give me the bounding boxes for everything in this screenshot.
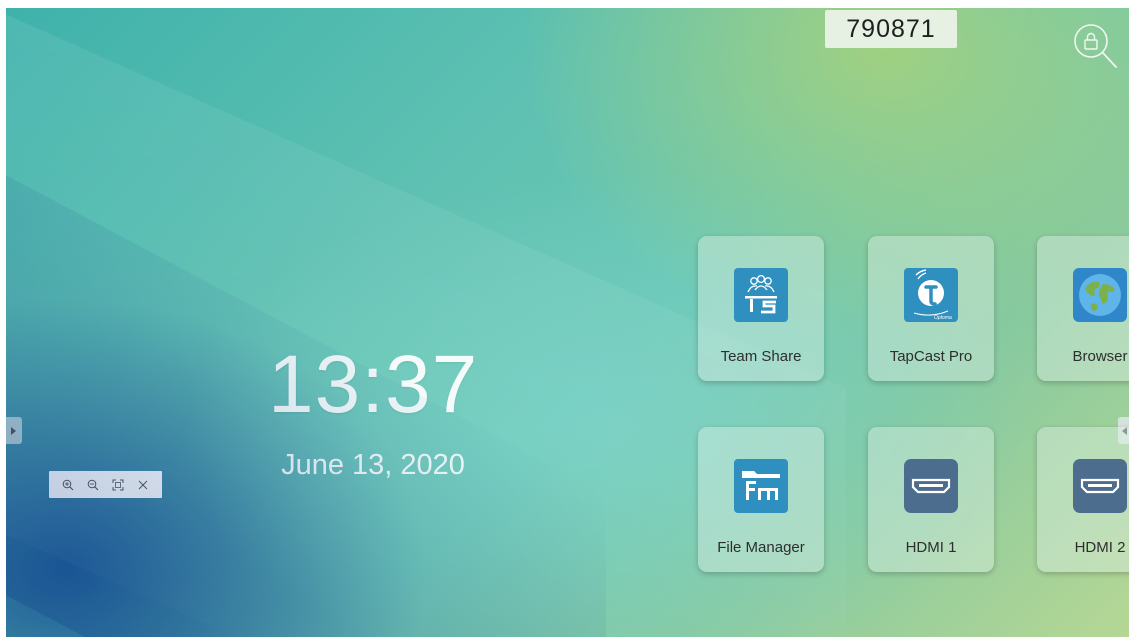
app-tile-browser[interactable]: Browser [1037,236,1129,381]
team-share-icon [734,268,788,322]
app-label: Browser [1072,348,1128,365]
left-drawer-toggle[interactable] [6,417,22,444]
zoom-out-icon[interactable] [86,478,100,492]
app-tile-tapcast-pro[interactable]: Optoma TapCast Pro [868,236,994,381]
lock-search-button[interactable] [1072,22,1122,72]
app-tile-hdmi-2[interactable]: HDMI 2 [1037,427,1129,572]
browser-globe-icon [1073,268,1127,322]
app-label: File Manager [717,539,805,556]
clock-time: 13:37 [268,339,479,430]
zoom-toolbar [49,471,162,498]
meeting-code-display: 790871 [825,10,957,48]
svg-text:Optoma: Optoma [934,315,952,321]
app-tile-file-manager[interactable]: File Manager [698,427,824,572]
hdmi-icon [904,459,958,513]
app-label: Team Share [720,348,802,365]
app-label: TapCast Pro [889,348,973,365]
close-icon[interactable] [136,478,150,492]
app-label: HDMI 1 [905,539,957,556]
tapcast-pro-icon: Optoma [904,268,958,322]
app-tile-team-share[interactable]: Team Share [698,236,824,381]
fit-screen-icon[interactable] [111,478,125,492]
app-tile-hdmi-1[interactable]: HDMI 1 [868,427,994,572]
file-manager-icon [734,459,788,513]
lock-search-icon [1074,24,1117,68]
app-label: HDMI 2 [1074,539,1126,556]
home-screen: 790871 13:37 June 13, 2020 Team Share Op… [6,8,1129,637]
hdmi-icon [1073,459,1127,513]
zoom-in-icon[interactable] [61,478,75,492]
clock-date: June 13, 2020 [281,449,465,481]
